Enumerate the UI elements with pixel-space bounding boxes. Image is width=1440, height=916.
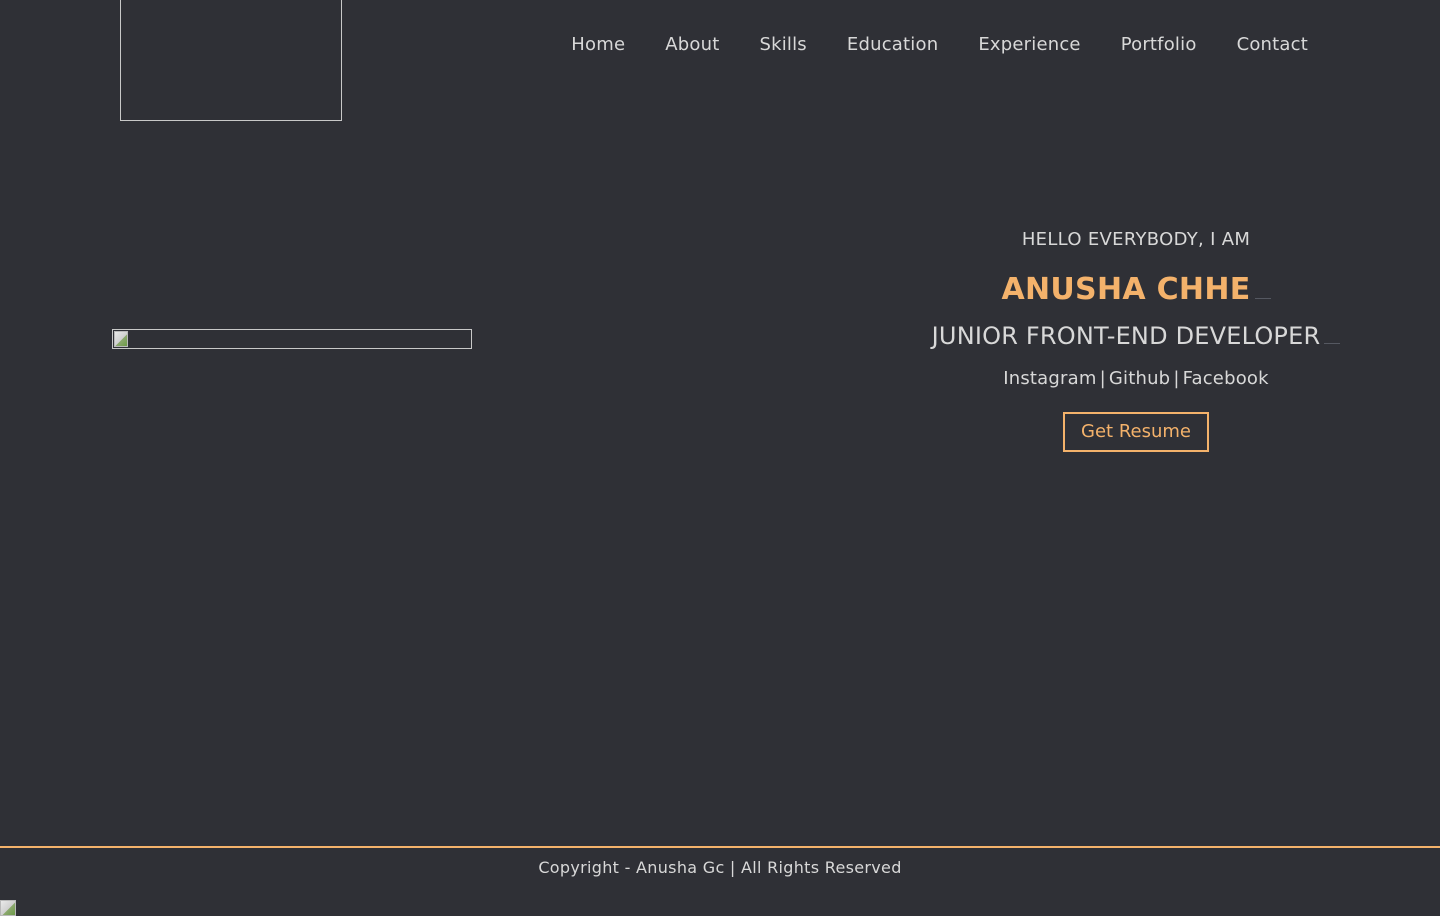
- instagram-link[interactable]: Instagram: [1003, 368, 1096, 389]
- nav-item-about[interactable]: About: [665, 32, 719, 58]
- greeting-text: HELLO EVERYBODY, I AM: [1021, 229, 1251, 250]
- nav-item-experience[interactable]: Experience: [978, 32, 1080, 58]
- facebook-link[interactable]: Facebook: [1183, 368, 1269, 389]
- broken-image-icon: [0, 900, 16, 916]
- broken-image-icon: [114, 331, 128, 347]
- typing-cursor: [1324, 343, 1341, 344]
- name-heading: ANUSHA CHHE: [920, 272, 1352, 308]
- page: Home About Skills Education Experience P…: [0, 0, 1440, 916]
- nav-item-portfolio[interactable]: Portfolio: [1121, 32, 1197, 58]
- role-text: JUNIOR FRONT-END DEVELOPER: [931, 322, 1321, 350]
- intro-section: HELLO EVERYBODY, I AM ANUSHA CHHE JUNIOR…: [920, 226, 1352, 452]
- get-resume-button[interactable]: Get Resume: [1063, 412, 1209, 452]
- logo-image-placeholder[interactable]: [120, 0, 342, 121]
- hero-image-placeholder: [112, 329, 472, 349]
- copyright-text: Copyright - Anusha Gc | All Rights Reser…: [538, 858, 902, 877]
- social-links: Instagram | Github | Facebook: [920, 366, 1352, 392]
- nav-item-contact[interactable]: Contact: [1237, 32, 1308, 58]
- github-link[interactable]: Github: [1109, 368, 1170, 389]
- typing-cursor: [1254, 298, 1271, 299]
- footer: Copyright - Anusha Gc | All Rights Reser…: [0, 846, 1440, 916]
- separator: |: [1173, 368, 1180, 389]
- role-heading: JUNIOR FRONT-END DEVELOPER: [920, 320, 1352, 352]
- separator: |: [1099, 368, 1106, 389]
- nav-item-home[interactable]: Home: [571, 32, 625, 58]
- main-nav: Home About Skills Education Experience P…: [571, 32, 1308, 58]
- nav-item-skills[interactable]: Skills: [759, 32, 806, 58]
- name-text: ANUSHA CHHE: [1001, 272, 1251, 307]
- nav-item-education[interactable]: Education: [847, 32, 938, 58]
